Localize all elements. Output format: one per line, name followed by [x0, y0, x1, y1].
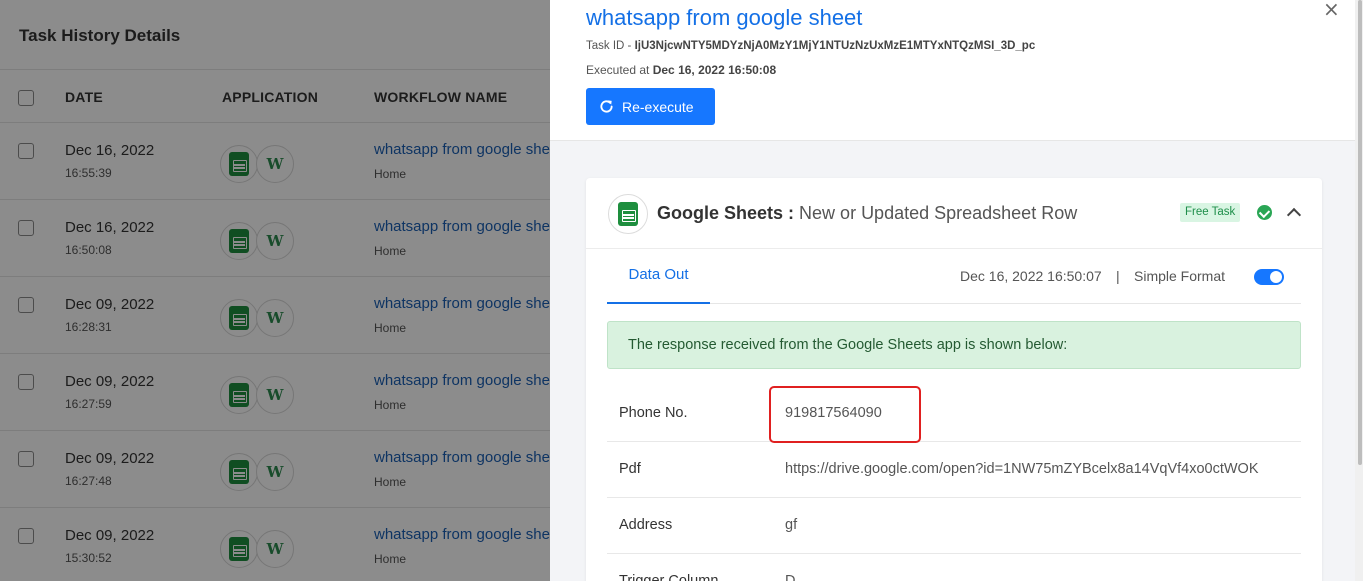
task-detail-panel: whatsapp from google sheet Task ID - IjU…: [550, 0, 1355, 581]
field-row: Trigger Column D: [607, 554, 1301, 581]
field-value: D: [785, 573, 796, 581]
simple-format-toggle[interactable]: [1254, 269, 1284, 285]
tab-data-out[interactable]: Data Out: [607, 249, 710, 304]
task-id-label: Task ID -: [586, 40, 635, 52]
step-app-name: Google Sheets :: [657, 203, 795, 223]
executed-label: Executed at: [586, 63, 653, 77]
step-card: Google Sheets : New or Updated Spreadshe…: [586, 178, 1322, 581]
close-icon[interactable]: ×: [1323, 0, 1340, 21]
field-value: https://drive.google.com/open?id=1NW75mZ…: [785, 461, 1259, 477]
step-event-name: New or Updated Spreadsheet Row: [799, 203, 1078, 223]
field-key: Trigger Column: [619, 573, 719, 581]
chevron-up-icon[interactable]: [1286, 207, 1302, 223]
workflow-title: whatsapp from google sheet: [586, 5, 863, 30]
field-row: Address gf: [607, 498, 1301, 554]
field-value: gf: [785, 517, 798, 533]
step-title: Google Sheets : New or Updated Spreadshe…: [657, 203, 1077, 224]
phone-highlight-box: [769, 386, 921, 443]
field-key: Address: [619, 517, 673, 533]
response-alert: The response received from the Google Sh…: [607, 321, 1301, 369]
re-execute-label: Re-execute: [622, 98, 694, 115]
check-circle-icon: [1257, 205, 1272, 220]
executed-value: Dec 16, 2022 16:50:08: [652, 63, 777, 77]
data-out-timestamp: Dec 16, 2022 16:50:07: [960, 268, 1102, 284]
google-sheets-icon: [608, 194, 648, 234]
tabs-bar: Data Out Dec 16, 2022 16:50:07 | Simple …: [607, 249, 1301, 304]
field-key: Pdf: [619, 461, 641, 477]
re-execute-button[interactable]: Re-execute: [586, 88, 715, 125]
executed-at: Executed at Dec 16, 2022 16:50:08: [586, 63, 776, 77]
panel-header: whatsapp from google sheet Task ID - IjU…: [550, 0, 1355, 141]
task-id-value: IjU3NjcwNTY5MDYzNjA0MzY1MjY1NTUzNzUxMzE1…: [634, 40, 1036, 52]
field-row: Pdf https://drive.google.com/open?id=1NW…: [607, 442, 1301, 498]
separator: |: [1116, 268, 1120, 284]
scrollbar-thumb[interactable]: [1358, 0, 1362, 465]
refresh-icon: [599, 99, 614, 114]
free-task-badge: Free Task: [1180, 203, 1241, 222]
field-key: Phone No.: [619, 405, 688, 421]
step-card-header[interactable]: Google Sheets : New or Updated Spreadshe…: [586, 178, 1322, 249]
field-row: Phone No. 919817564090: [607, 386, 1301, 442]
simple-format-label: Simple Format: [1134, 268, 1226, 284]
task-id: Task ID - IjU3NjcwNTY5MDYzNjA0MzY1MjY1NT…: [586, 40, 1035, 52]
